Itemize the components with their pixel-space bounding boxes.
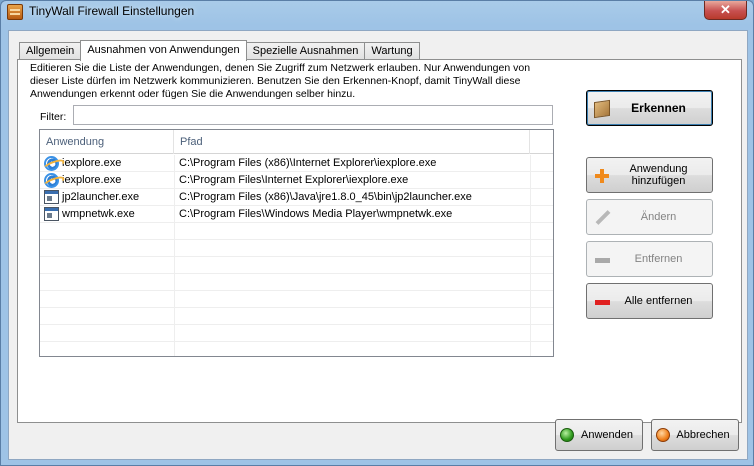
app-name-cell: iexplore.exe bbox=[44, 155, 174, 171]
cancel-button[interactable]: Abbrechen bbox=[651, 419, 739, 451]
column-header-anwendung[interactable]: Anwendung bbox=[40, 130, 174, 154]
detect-label: Erkennen bbox=[631, 101, 686, 115]
app-path: C:\Program Files (x86)\Java\jre1.8.0_45\… bbox=[179, 191, 472, 203]
title-bar: TinyWall Firewall Einstellungen ✕ bbox=[1, 1, 753, 23]
column-header-pfad[interactable]: Pfad bbox=[174, 130, 530, 154]
application-icon bbox=[44, 190, 59, 204]
app-name: wmpnetwk.exe bbox=[62, 208, 135, 220]
tab-allgemein[interactable]: Allgemein bbox=[19, 42, 82, 60]
list-item-empty bbox=[40, 223, 553, 240]
internet-explorer-icon bbox=[44, 156, 59, 171]
description-text: Editieren Sie die Liste der Anwendungen,… bbox=[30, 62, 531, 100]
app-path: C:\Program Files (x86)\Internet Explorer… bbox=[179, 157, 437, 169]
firewall-icon bbox=[7, 4, 23, 20]
pencil-icon bbox=[594, 210, 610, 226]
list-item[interactable]: iexplore.exe C:\Program Files\Internet E… bbox=[40, 172, 553, 189]
app-name: jp2launcher.exe bbox=[62, 191, 140, 203]
remove-all-label: Alle entfernen bbox=[624, 295, 693, 307]
add-application-button[interactable]: Anwendung hinzufügen bbox=[586, 157, 713, 193]
list-item[interactable]: jp2launcher.exe C:\Program Files (x86)\J… bbox=[40, 189, 553, 206]
minus-icon bbox=[594, 252, 610, 268]
window-title: TinyWall Firewall Einstellungen bbox=[29, 4, 195, 18]
settings-window: TinyWall Firewall Einstellungen ✕ Allgem… bbox=[0, 0, 754, 466]
remove-all-button[interactable]: Alle entfernen bbox=[586, 283, 713, 319]
filter-label: Filter: bbox=[40, 111, 67, 123]
apply-button[interactable]: Anwenden bbox=[555, 419, 643, 451]
cancel-label: Abbrechen bbox=[676, 429, 730, 441]
app-name-cell: wmpnetwk.exe bbox=[44, 206, 174, 222]
list-item-empty bbox=[40, 291, 553, 308]
filter-input[interactable] bbox=[73, 105, 553, 125]
list-item-empty bbox=[40, 274, 553, 291]
green-orb-icon bbox=[560, 428, 574, 442]
list-item-empty bbox=[40, 257, 553, 274]
modify-label: Ändern bbox=[640, 211, 677, 223]
list-item[interactable]: wmpnetwk.exe C:\Program Files\Windows Me… bbox=[40, 206, 553, 223]
tab-strip: Allgemein Ausnahmen von Anwendungen Spez… bbox=[19, 40, 420, 61]
detect-button[interactable]: Erkennen bbox=[586, 90, 713, 126]
add-application-label: Anwendung hinzufügen bbox=[629, 163, 688, 187]
list-body: iexplore.exe C:\Program Files (x86)\Inte… bbox=[40, 155, 553, 356]
application-icon bbox=[44, 207, 59, 221]
modify-button[interactable]: Ändern bbox=[586, 199, 713, 235]
remove-button[interactable]: Entfernen bbox=[586, 241, 713, 277]
internet-explorer-icon bbox=[44, 173, 59, 188]
app-path: C:\Program Files\Windows Media Player\wm… bbox=[179, 208, 453, 220]
app-name-cell: iexplore.exe bbox=[44, 172, 174, 188]
app-path: C:\Program Files\Internet Explorer\iexpl… bbox=[179, 174, 409, 186]
orange-orb-icon bbox=[656, 428, 670, 442]
apply-label: Anwenden bbox=[581, 429, 633, 441]
list-item[interactable]: iexplore.exe C:\Program Files (x86)\Inte… bbox=[40, 155, 553, 172]
list-item-empty bbox=[40, 342, 553, 356]
app-name: iexplore.exe bbox=[62, 174, 122, 186]
minus-icon bbox=[594, 294, 610, 310]
plus-icon bbox=[594, 168, 610, 184]
list-item-empty bbox=[40, 240, 553, 257]
remove-label: Entfernen bbox=[634, 253, 683, 265]
tab-ausnahmen-von-anwendungen[interactable]: Ausnahmen von Anwendungen bbox=[80, 40, 247, 61]
close-button[interactable]: ✕ bbox=[704, 1, 747, 20]
list-item-empty bbox=[40, 308, 553, 325]
applications-list[interactable]: Anwendung Pfad iexplore.exe C:\Program F… bbox=[39, 129, 554, 357]
app-name: iexplore.exe bbox=[62, 157, 122, 169]
box-icon bbox=[594, 99, 610, 119]
tab-spezielle-ausnahmen[interactable]: Spezielle Ausnahmen bbox=[245, 42, 366, 60]
list-item-empty bbox=[40, 325, 553, 342]
tab-wartung[interactable]: Wartung bbox=[364, 42, 420, 60]
list-header: Anwendung Pfad bbox=[40, 130, 553, 154]
app-name-cell: jp2launcher.exe bbox=[44, 189, 174, 205]
